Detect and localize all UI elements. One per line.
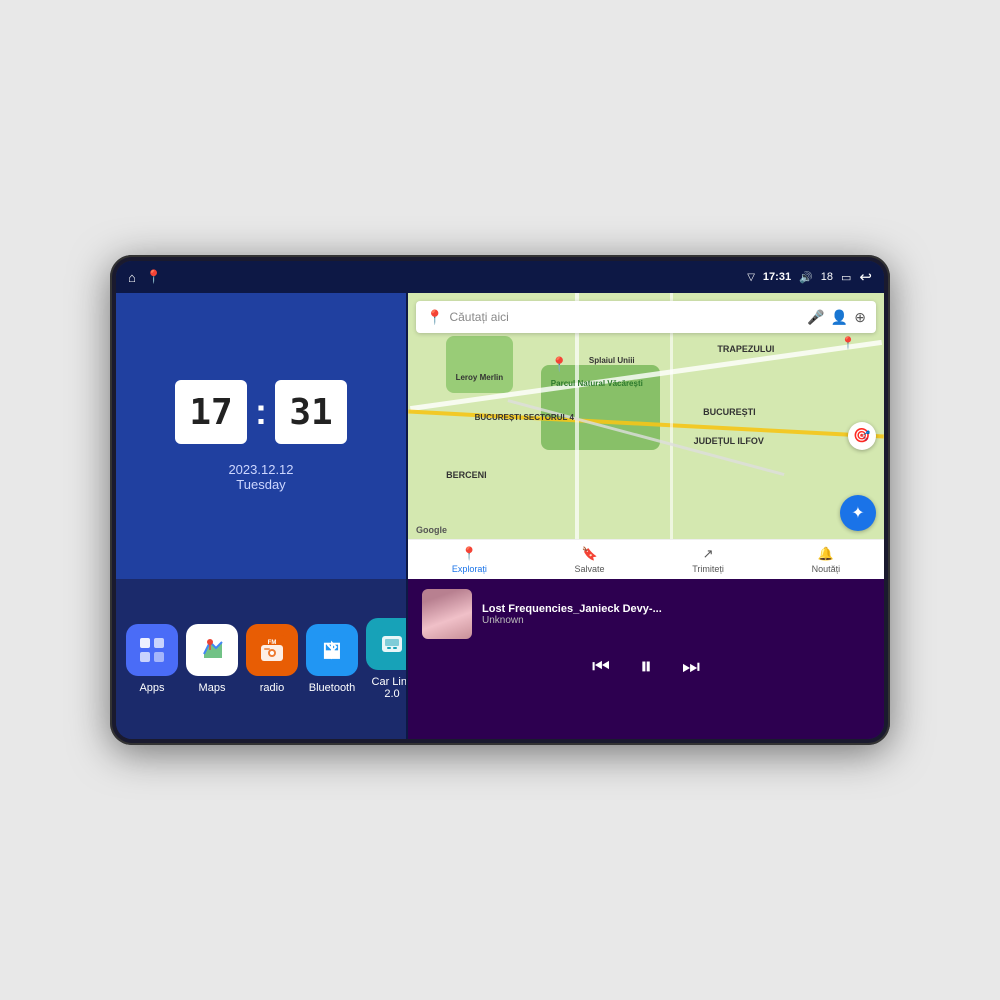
locate-button[interactable]: 🎯 [848, 422, 876, 450]
clock-minute: 31 [275, 380, 347, 444]
app-icon-radio[interactable]: FM radio [246, 624, 298, 694]
nav-explora[interactable]: 📍 Explorați [452, 546, 487, 574]
signal-icon: ▽ [747, 272, 755, 283]
salvate-label: Salvate [575, 564, 605, 574]
map-label-leroy: Leroy Merlin [456, 373, 504, 382]
mic-icon[interactable]: 🎤 [807, 309, 824, 326]
bluetooth-label: Bluetooth [309, 682, 355, 694]
navigate-button[interactable]: ✦ [840, 495, 876, 531]
maps-label: Maps [199, 682, 226, 694]
trimiteti-icon: ↗ [703, 546, 714, 562]
road-v2 [670, 293, 673, 579]
park-area-2 [446, 336, 513, 393]
map-label-sector4: BUCUREȘTI SECTORUL 4 [475, 413, 574, 422]
battery-level: 18 [821, 271, 833, 283]
apps-label: Apps [139, 682, 164, 694]
play-pause-button[interactable]: ⏸ [640, 653, 652, 681]
app-icon-maps[interactable]: Maps [186, 624, 238, 694]
app-icon-bluetooth[interactable]: ⬓ Bluetooth [306, 624, 358, 694]
noutati-icon: 🔔 [818, 546, 834, 562]
bluetooth-icon-bg: ⬓ [306, 624, 358, 676]
status-bar: ⌂ 📍 ▽ 17:31 🔊 18 ▭ ↩ [116, 261, 884, 293]
maps-pin-icon: 📍 [426, 309, 443, 326]
carlink-icon [377, 629, 407, 659]
music-text: Lost Frequencies_Janieck Devy-... Unknow… [482, 603, 870, 626]
map-search-bar[interactable]: 📍 Căutați aici 🎤 👤 ⊕ [416, 301, 876, 333]
status-left-icons: ⌂ 📍 [128, 269, 162, 285]
next-button[interactable]: ⏭ [682, 656, 700, 679]
music-thumbnail [422, 589, 472, 639]
device-screen: ⌂ 📍 ▽ 17:31 🔊 18 ▭ ↩ 17 : [116, 261, 884, 739]
maps-icon [196, 634, 228, 666]
music-controls: ⏮ ⏸ ⏭ [422, 653, 870, 681]
music-artist: Unknown [482, 615, 870, 626]
map-label-berceni: BERCENI [446, 470, 487, 480]
explora-icon: 📍 [461, 546, 477, 562]
svg-text:FM: FM [268, 640, 277, 646]
salvate-icon: 🔖 [581, 546, 597, 562]
prev-button[interactable]: ⏮ [592, 656, 610, 679]
music-thumb-image [422, 589, 472, 639]
maps-status-icon[interactable]: 📍 [146, 269, 162, 285]
map-nav-bar: 📍 Explorați 🔖 Salvate ↗ Trimiteți 🔔 [408, 539, 884, 579]
map-label-ilfov: JUDEȚUL ILFOV [694, 436, 764, 446]
time-display: 17:31 [763, 271, 791, 283]
home-icon[interactable]: ⌂ [128, 270, 136, 285]
volume-icon: 🔊 [799, 271, 813, 284]
map-pin-red: 📍 [841, 336, 856, 350]
app-icon-apps[interactable]: Apps [126, 624, 178, 694]
google-logo: Google [416, 525, 447, 535]
clock-widget: 17 : 31 2023.12.12 Tuesday [116, 293, 406, 579]
device-frame: ⌂ 📍 ▽ 17:31 🔊 18 ▭ ↩ 17 : [110, 255, 890, 745]
main-content: 17 : 31 2023.12.12 Tuesday [116, 293, 884, 739]
clock-hour: 17 [175, 380, 247, 444]
radio-icon-bg: FM [246, 624, 298, 676]
layers-icon[interactable]: ⊕ [854, 309, 866, 326]
trimiteti-label: Trimiteți [692, 564, 724, 574]
map-label-trapez: TRAPEZULUI [717, 344, 774, 354]
app-bar: Apps Maps [116, 579, 406, 739]
search-placeholder: Căutați aici [449, 310, 801, 324]
account-icon[interactable]: 👤 [831, 309, 848, 326]
nav-trimiteti[interactable]: ↗ Trimiteți [692, 546, 724, 574]
back-icon[interactable]: ↩ [859, 268, 872, 286]
map-background: BUCUREȘTI JUDEȚUL ILFOV BERCENI TRAPEZUL… [408, 293, 884, 579]
status-right-icons: ▽ 17:31 🔊 18 ▭ ↩ [747, 268, 872, 286]
noutati-label: Noutăți [812, 564, 841, 574]
music-title: Lost Frequencies_Janieck Devy-... [482, 603, 870, 615]
map-widget[interactable]: BUCUREȘTI JUDEȚUL ILFOV BERCENI TRAPEZUL… [408, 293, 884, 579]
music-player: Lost Frequencies_Janieck Devy-... Unknow… [408, 579, 884, 739]
map-pin: 📍 [551, 356, 568, 373]
radio-icon: FM [257, 635, 287, 665]
nav-salvate[interactable]: 🔖 Salvate [575, 546, 605, 574]
map-label-splai: Splaiul Uniii [589, 356, 635, 365]
music-info-row: Lost Frequencies_Janieck Devy-... Unknow… [422, 589, 870, 639]
nav-noutati[interactable]: 🔔 Noutăți [812, 546, 841, 574]
maps-icon-bg [186, 624, 238, 676]
apps-grid-icon [138, 636, 166, 664]
apps-icon-bg [126, 624, 178, 676]
map-label-bucuresti: BUCUREȘTI [703, 407, 756, 417]
explora-label: Explorați [452, 564, 487, 574]
bluetooth-icon: ⬓ [317, 635, 347, 665]
radio-label: radio [260, 682, 284, 694]
road-v1 [575, 293, 579, 579]
map-label-park: Parcul Natural Văcărești [551, 379, 643, 388]
left-panel: 17 : 31 2023.12.12 Tuesday [116, 293, 406, 739]
clock-display: 17 : 31 [175, 380, 347, 444]
right-panel: BUCUREȘTI JUDEȚUL ILFOV BERCENI TRAPEZUL… [408, 293, 884, 739]
battery-icon: ▭ [841, 271, 851, 284]
clock-colon: : [255, 391, 267, 433]
clock-date: 2023.12.12 Tuesday [228, 462, 293, 492]
